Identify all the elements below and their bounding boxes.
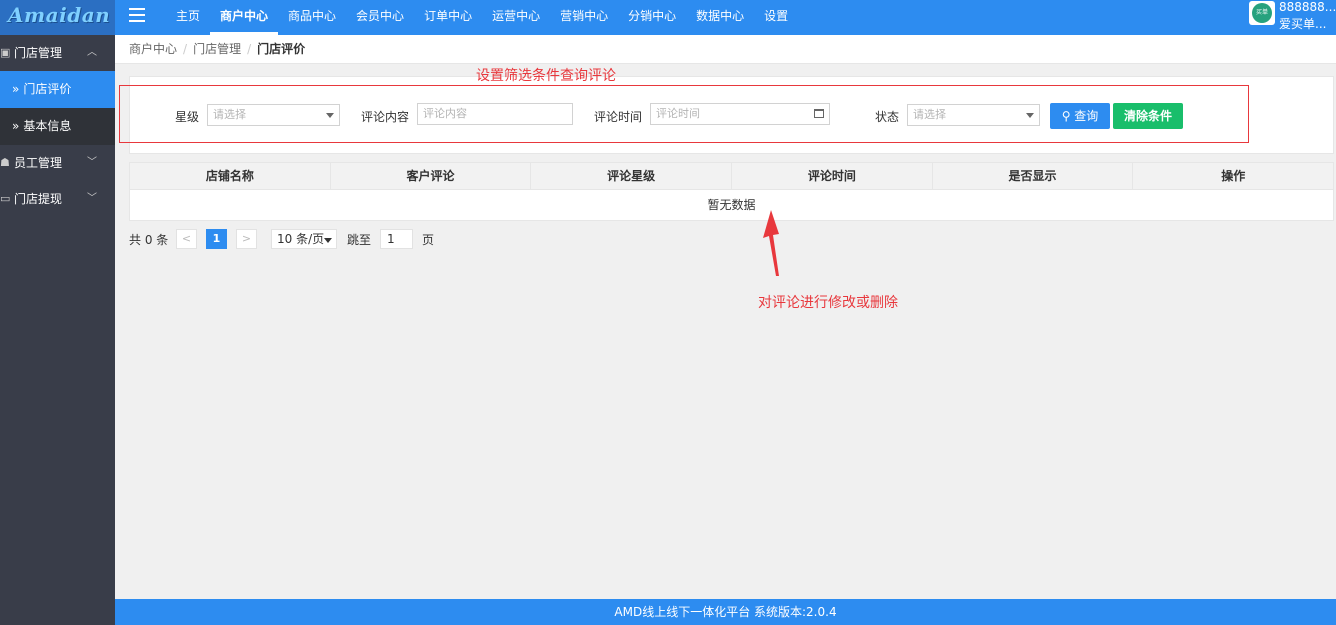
nav-goods-center[interactable]: 商品中心 [278, 0, 346, 35]
chevron-down-icon: ﹀ [87, 157, 97, 168]
double-chevron-right-icon: » [12, 119, 20, 133]
next-page-button[interactable]: > [236, 229, 257, 249]
column-actions: 操作 [1221, 169, 1246, 183]
avatar-logo-icon: 买单 [1252, 3, 1272, 23]
column-review-time: 评论时间 [732, 163, 933, 189]
pagination-total: 共 0 条 [129, 233, 169, 247]
cash-icon: ▭ [0, 192, 11, 205]
nav-settings[interactable]: 设置 [754, 0, 798, 35]
sidebar-group-label: 门店管理 [14, 46, 63, 60]
sidebar-group-staff-management[interactable]: ☗ 员工管理 ﹀ [0, 145, 115, 181]
sidebar-item-label: 门店评价 [23, 82, 72, 96]
avatar[interactable]: 买单 [1249, 1, 1275, 25]
breadcrumb-item-merchant-center[interactable]: 商户中心 [129, 42, 177, 56]
breadcrumb-item-store-management[interactable]: 门店管理 [193, 42, 241, 56]
column-store-name: 店铺名称 [130, 163, 331, 189]
annotation-filter-note: 设置筛选条件查询评论 [476, 68, 616, 84]
sidebar: ▣ 门店管理 ︿ » 门店评价 » 基本信息 ☗ 员工管理 ﹀ ▭ 门店提现 ﹀ [0, 35, 115, 625]
top-bar: Amaidan 主页 商户中心 商品中心 会员中心 订单中心 运营中心 营销中心… [0, 0, 1336, 35]
nav-member-center[interactable]: 会员中心 [346, 0, 414, 35]
sidebar-item-basic-info[interactable]: » 基本信息 [0, 108, 115, 145]
sidebar-group-store-withdrawal[interactable]: ▭ 门店提现 ﹀ [0, 181, 115, 217]
caret-down-icon [324, 238, 332, 243]
nav-home[interactable]: 主页 [166, 0, 210, 35]
jump-page-input[interactable]: 1 [380, 229, 413, 249]
footer: AMD线上线下一体化平台 系统版本:2.0.4 [115, 599, 1336, 625]
nav-order-center[interactable]: 订单中心 [414, 0, 482, 35]
column-is-visible: 是否显示 [933, 163, 1134, 189]
nav-distribution-center[interactable]: 分销中心 [618, 0, 686, 35]
page-size-value: 10 条/页 [277, 232, 325, 246]
breadcrumb: 商户中心 / 门店管理 / 门店评价 [115, 35, 1336, 64]
nav-data-center[interactable]: 数据中心 [686, 0, 754, 35]
breadcrumb-item-current: 门店评价 [257, 42, 306, 56]
column-customer-review: 客户评论 [331, 163, 532, 189]
column-review-star: 评论星级 [531, 163, 733, 189]
user-id[interactable]: 888888... [1279, 0, 1336, 14]
nav-merchant-center[interactable]: 商户中心 [210, 0, 279, 35]
page-1-button[interactable]: 1 [206, 229, 227, 249]
prev-page-button[interactable]: < [176, 229, 197, 249]
nav-operation-center[interactable]: 运营中心 [482, 0, 550, 35]
breadcrumb-separator: / [183, 42, 188, 56]
sidebar-group-label: 门店提现 [14, 192, 63, 206]
annotation-arrow-icon [763, 210, 779, 276]
store-icon: ▣ [0, 46, 11, 59]
empty-state: 暂无数据 [707, 198, 756, 212]
page-size-select[interactable]: 10 条/页 [271, 229, 337, 249]
top-nav: 主页 商户中心 商品中心 会员中心 订单中心 运营中心 营销中心 分销中心 数据… [166, 0, 798, 35]
user-name[interactable]: 爱买单... [1279, 17, 1326, 31]
breadcrumb-separator: / [247, 42, 252, 56]
annotation-filter-box [119, 85, 1249, 143]
nav-marketing-center[interactable]: 营销中心 [550, 0, 618, 35]
annotation-action-note: 对评论进行修改或删除 [758, 295, 898, 311]
logo[interactable]: Amaidan [0, 0, 115, 35]
users-icon: ☗ [0, 156, 10, 169]
page-label: 页 [422, 233, 435, 247]
sidebar-item-store-review[interactable]: » 门店评价 [0, 71, 115, 108]
chevron-up-icon: ︿ [87, 47, 97, 58]
sidebar-group-label: 员工管理 [14, 156, 63, 170]
hamburger-icon[interactable] [129, 8, 145, 22]
review-table: 店铺名称 客户评论 评论星级 评论时间 是否显示 操作 暂无数据 [129, 162, 1334, 221]
table-header: 店铺名称 客户评论 评论星级 评论时间 是否显示 操作 [130, 163, 1333, 190]
double-chevron-right-icon: » [12, 82, 20, 96]
chevron-down-icon: ﹀ [87, 193, 97, 204]
logo-text: Amaidan [8, 3, 111, 27]
jump-label: 跳至 [347, 233, 372, 247]
sidebar-group-store-management[interactable]: ▣ 门店管理 ︿ [0, 35, 115, 71]
sidebar-item-label: 基本信息 [23, 119, 72, 133]
